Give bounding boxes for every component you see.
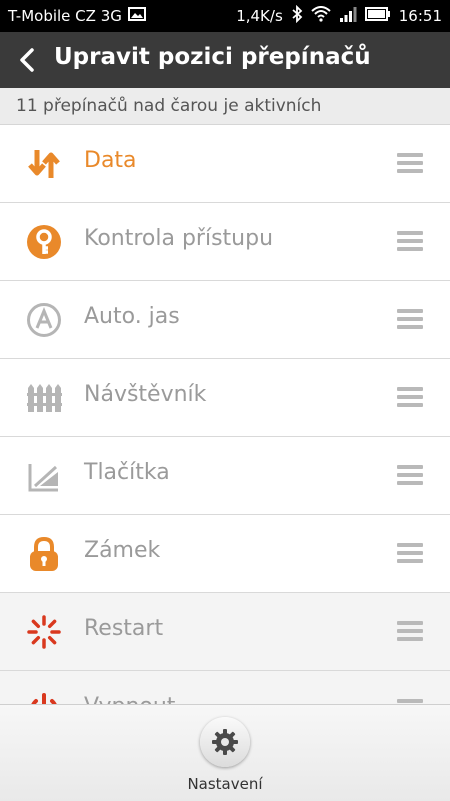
toggle-label: Tlačítka	[84, 460, 170, 485]
key-icon	[26, 224, 62, 260]
lock-icon	[26, 536, 62, 572]
bottom-bar: Nastavení	[0, 704, 450, 801]
restart-icon	[26, 614, 62, 650]
toggle-row-lock[interactable]: Zámek	[0, 515, 450, 593]
wifi-icon	[311, 6, 331, 26]
status-bar: T-Mobile CZ 3G 1,4K/s 16:51	[0, 0, 450, 32]
toggle-row-power-off[interactable]: Vypnout	[0, 671, 450, 705]
status-right: 1,4K/s 16:51	[236, 0, 442, 32]
toggle-row-buttons[interactable]: Tlačítka	[0, 437, 450, 515]
toggle-row-access-control[interactable]: Kontrola přístupu	[0, 203, 450, 281]
active-count-text: 11 přepínačů nad čarou je aktivních	[16, 96, 322, 116]
fence-icon	[26, 380, 62, 416]
drag-handle-icon[interactable]	[397, 465, 423, 485]
gear-icon	[212, 729, 238, 755]
image-notification-icon	[127, 7, 146, 25]
toggle-label: Data	[84, 148, 137, 173]
buttons-icon	[26, 458, 62, 494]
drag-handle-icon[interactable]	[397, 387, 423, 407]
drag-handle-icon[interactable]	[397, 153, 423, 173]
drag-handle-icon[interactable]	[397, 621, 423, 641]
toggle-row-restart[interactable]: Restart	[0, 593, 450, 671]
toggle-row-data[interactable]: Data	[0, 125, 450, 203]
chevron-left-icon	[20, 48, 34, 72]
back-button[interactable]	[16, 46, 40, 74]
toggle-row-visitor[interactable]: Návštěvník	[0, 359, 450, 437]
page-title: Upravit pozici přepínačů	[54, 44, 371, 70]
clock: 16:51	[398, 7, 442, 25]
toggle-label: Kontrola přístupu	[84, 226, 274, 251]
toggle-label: Restart	[84, 616, 164, 641]
active-count-banner: 11 přepínačů nad čarou je aktivních	[0, 88, 450, 125]
toggle-list: Data Kontrola přístupu Auto. jas Návštěv…	[0, 125, 450, 705]
drag-handle-icon[interactable]	[397, 231, 423, 251]
settings-label: Nastavení	[187, 775, 263, 793]
toggle-row-auto-brightness[interactable]: Auto. jas	[0, 281, 450, 359]
status-left: T-Mobile CZ 3G	[8, 0, 146, 32]
toggle-label: Návštěvník	[84, 382, 207, 407]
battery-icon	[364, 7, 391, 25]
toggle-label: Auto. jas	[84, 304, 180, 329]
network-speed: 1,4K/s	[236, 7, 283, 25]
carrier-label: T-Mobile CZ 3G	[8, 7, 122, 25]
data-transfer-icon	[26, 146, 62, 182]
app-header: Upravit pozici přepínačů	[0, 32, 450, 88]
drag-handle-icon[interactable]	[397, 543, 423, 563]
bluetooth-icon	[291, 4, 303, 27]
toggle-label: Zámek	[84, 538, 161, 563]
drag-handle-icon[interactable]	[397, 309, 423, 329]
signal-icon	[339, 6, 357, 26]
settings-button[interactable]	[200, 717, 250, 767]
auto-brightness-icon	[26, 302, 62, 338]
